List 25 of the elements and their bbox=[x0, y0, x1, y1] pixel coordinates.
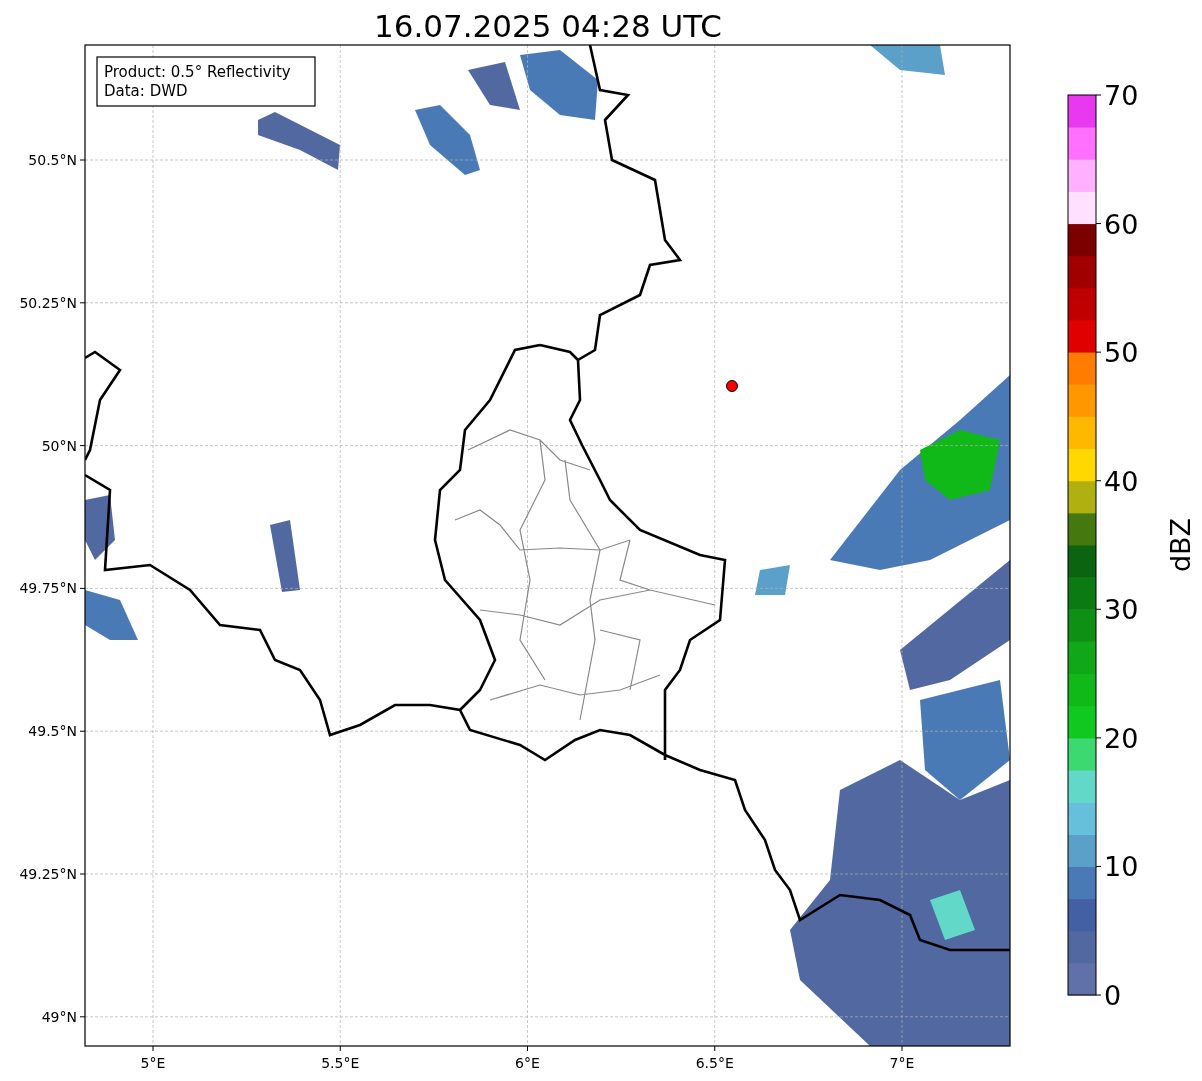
axis-tick-label: 50°N bbox=[41, 437, 77, 454]
axis-tick-label: 49.5°N bbox=[28, 723, 77, 740]
axis-tick-label: 6°E bbox=[515, 1055, 540, 1071]
colorbar-tick-label: 40 bbox=[1104, 465, 1139, 497]
location-marker bbox=[726, 380, 738, 392]
axis-tick-label: 50.5°N bbox=[28, 152, 77, 168]
colorbar-tick-label: 60 bbox=[1104, 208, 1139, 240]
axis-tick-label: 5°E bbox=[140, 1055, 166, 1071]
axis-tick-label: 7°E bbox=[889, 1055, 915, 1071]
colorbar-tick-label: 50 bbox=[1104, 337, 1139, 369]
legend-text: Data: DWD bbox=[104, 82, 188, 100]
axis-tick-label: 49.25°N bbox=[19, 866, 77, 882]
axis-tick-label: 6.5°E bbox=[695, 1055, 734, 1071]
legend-text: Product: 0.5° Reflectivity bbox=[104, 63, 291, 81]
chart-title: 16.07.2025 04:28 UTC bbox=[374, 8, 722, 44]
axis-tick-label: 49°N bbox=[41, 1008, 77, 1025]
colorbar-tick-label: 70 bbox=[1104, 80, 1139, 111]
colorbar-label: dBZ bbox=[1165, 517, 1196, 573]
colorbar-tick-label: 30 bbox=[1104, 594, 1139, 626]
colorbar-tick-label: 10 bbox=[1104, 851, 1139, 883]
axis-tick-label: 49.75°N bbox=[19, 580, 77, 597]
colorbar-tick-label: 20 bbox=[1104, 722, 1139, 754]
axis-tick-label: 50.25°N bbox=[19, 294, 77, 311]
axis-tick-label: 5.5°E bbox=[321, 1055, 360, 1071]
colorbar-tick-label: 0 bbox=[1104, 980, 1122, 1011]
